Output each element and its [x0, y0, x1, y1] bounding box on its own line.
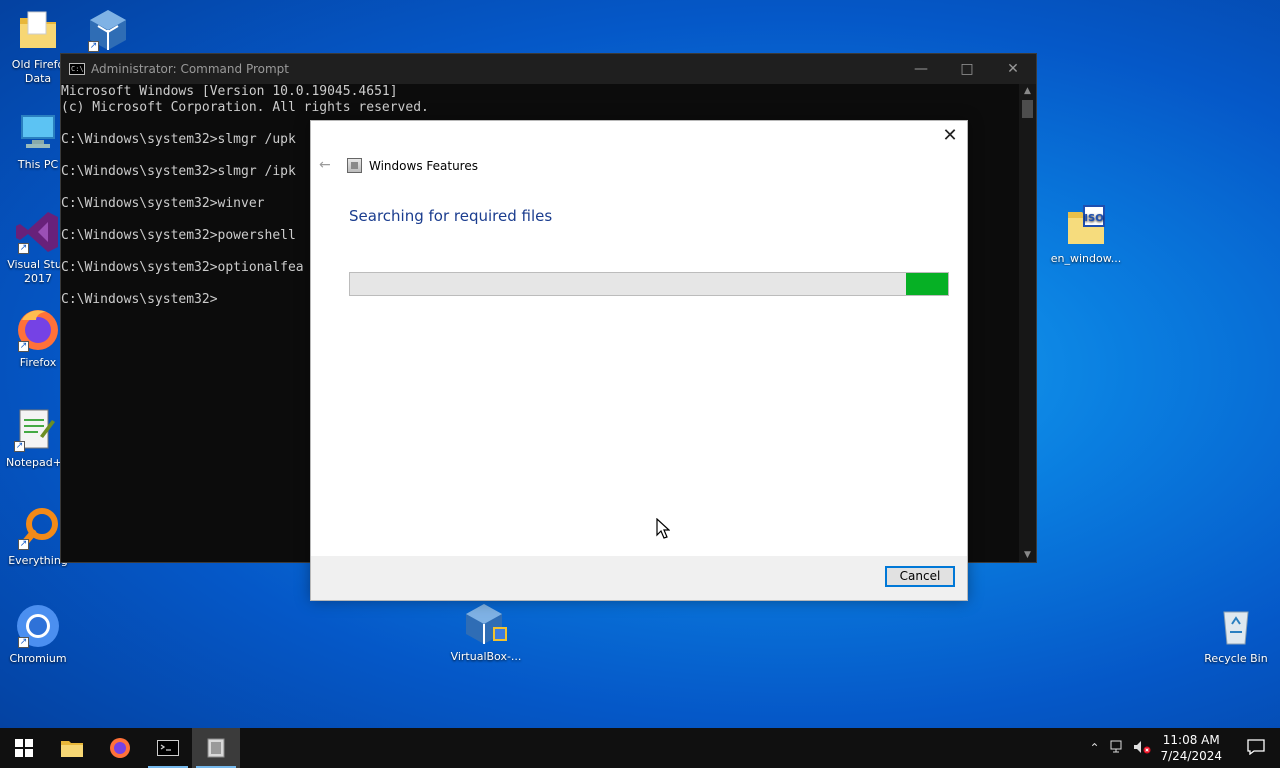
dialog-header: Windows Features: [347, 158, 478, 173]
windows-features-dialog[interactable]: ✕ ← Windows Features Searching for requi…: [310, 120, 968, 601]
windows-logo-icon: [15, 739, 33, 757]
progress-bar: [349, 272, 949, 296]
chromium-icon: ↗: [14, 602, 62, 650]
clock[interactable]: 11:08 AM 7/24/2024: [1160, 732, 1222, 764]
back-arrow-icon[interactable]: ←: [319, 157, 331, 173]
cmd-scrollbar[interactable]: ▲ ▼: [1019, 84, 1036, 562]
taskbar-file-explorer[interactable]: [48, 728, 96, 768]
desktop-icon-label: Chromium: [9, 652, 67, 665]
console-line: Microsoft Windows [Version 10.0.19045.46…: [61, 84, 398, 99]
cmd-titlebar[interactable]: C:\ Administrator: Command Prompt — □ ✕: [61, 54, 1036, 84]
visual-studio-icon: ↗: [14, 208, 62, 256]
minimize-button[interactable]: —: [898, 54, 944, 84]
shortcut-arrow-icon: ↗: [18, 637, 29, 648]
shortcut-arrow-icon: ↗: [88, 41, 99, 52]
cancel-button[interactable]: Cancel: [885, 566, 955, 587]
shortcut-arrow-icon: ↗: [18, 243, 29, 254]
windows-features-icon: [347, 158, 362, 173]
taskbar-firefox[interactable]: [96, 728, 144, 768]
system-tray: ⌃ 11:08 AM 7/24/2024: [1082, 728, 1280, 768]
console-line: (c) Microsoft Corporation. All rights re…: [61, 100, 429, 115]
svg-text:ISO: ISO: [1084, 213, 1103, 224]
desktop-icon-label: Recycle Bin: [1204, 652, 1268, 665]
shortcut-arrow-icon: ↗: [18, 539, 29, 550]
start-button[interactable]: [0, 728, 48, 768]
shortcut-arrow-icon: ↗: [14, 441, 25, 452]
progress-bar-fill: [906, 273, 948, 295]
network-icon[interactable]: [1106, 740, 1130, 757]
virtualbox-installer-icon: [462, 600, 510, 648]
maximize-button[interactable]: □: [944, 54, 990, 84]
folder-icon: [61, 741, 83, 757]
virtualbox-icon: ↗: [84, 6, 132, 54]
recycle-bin-icon: [1212, 602, 1260, 650]
scroll-down-icon[interactable]: ▼: [1019, 550, 1036, 560]
desktop-icon-recycle-bin[interactable]: Recycle Bin: [1198, 602, 1274, 666]
firefox-icon: ↗: [14, 306, 62, 354]
mouse-cursor-icon: [656, 517, 671, 544]
notification-center-icon[interactable]: [1232, 738, 1280, 758]
firefox-icon: [110, 738, 130, 758]
desktop-icon-label: en_window...: [1050, 252, 1122, 265]
clock-date: 7/24/2024: [1160, 749, 1222, 763]
taskbar-windows-features[interactable]: [192, 728, 240, 768]
cmd-icon: C:\: [69, 63, 85, 75]
desktop-icon-chromium[interactable]: ↗ Chromium: [0, 602, 76, 666]
desktop-icon-iso-file[interactable]: ISO en_window...: [1048, 202, 1124, 266]
dialog-close-button[interactable]: ✕: [937, 123, 963, 149]
taskbar-command-prompt[interactable]: [144, 728, 192, 768]
dialog-title: Windows Features: [369, 158, 478, 173]
volume-muted-icon[interactable]: [1130, 740, 1154, 757]
clock-time: 11:08 AM: [1162, 733, 1220, 747]
dialog-footer: Cancel: [311, 556, 967, 600]
cmd-icon: [157, 740, 179, 756]
windows-features-icon: [207, 738, 225, 758]
dialog-status-heading: Searching for required files: [349, 207, 553, 225]
shortcut-arrow-icon: ↗: [18, 341, 29, 352]
everything-search-icon: ↗: [14, 504, 62, 552]
notepad-plus-plus-icon: ↗: [10, 406, 58, 454]
close-button[interactable]: ✕: [990, 54, 1036, 84]
taskbar: ⌃ 11:08 AM 7/24/2024: [0, 728, 1280, 768]
scroll-thumb[interactable]: [1022, 100, 1033, 118]
desktop-icon-label: VirtualBox-...: [450, 650, 522, 663]
desktop-icon-virtualbox-top[interactable]: ↗: [70, 6, 146, 56]
iso-file-icon: ISO: [1062, 202, 1110, 250]
folder-icon: [14, 8, 62, 56]
chevron-up-icon[interactable]: ⌃: [1082, 741, 1106, 755]
desktop-icon-virtualbox-installer[interactable]: VirtualBox-...: [448, 600, 524, 664]
scroll-up-icon[interactable]: ▲: [1019, 86, 1036, 96]
computer-icon: [14, 108, 62, 156]
cmd-title: Administrator: Command Prompt: [91, 62, 289, 76]
